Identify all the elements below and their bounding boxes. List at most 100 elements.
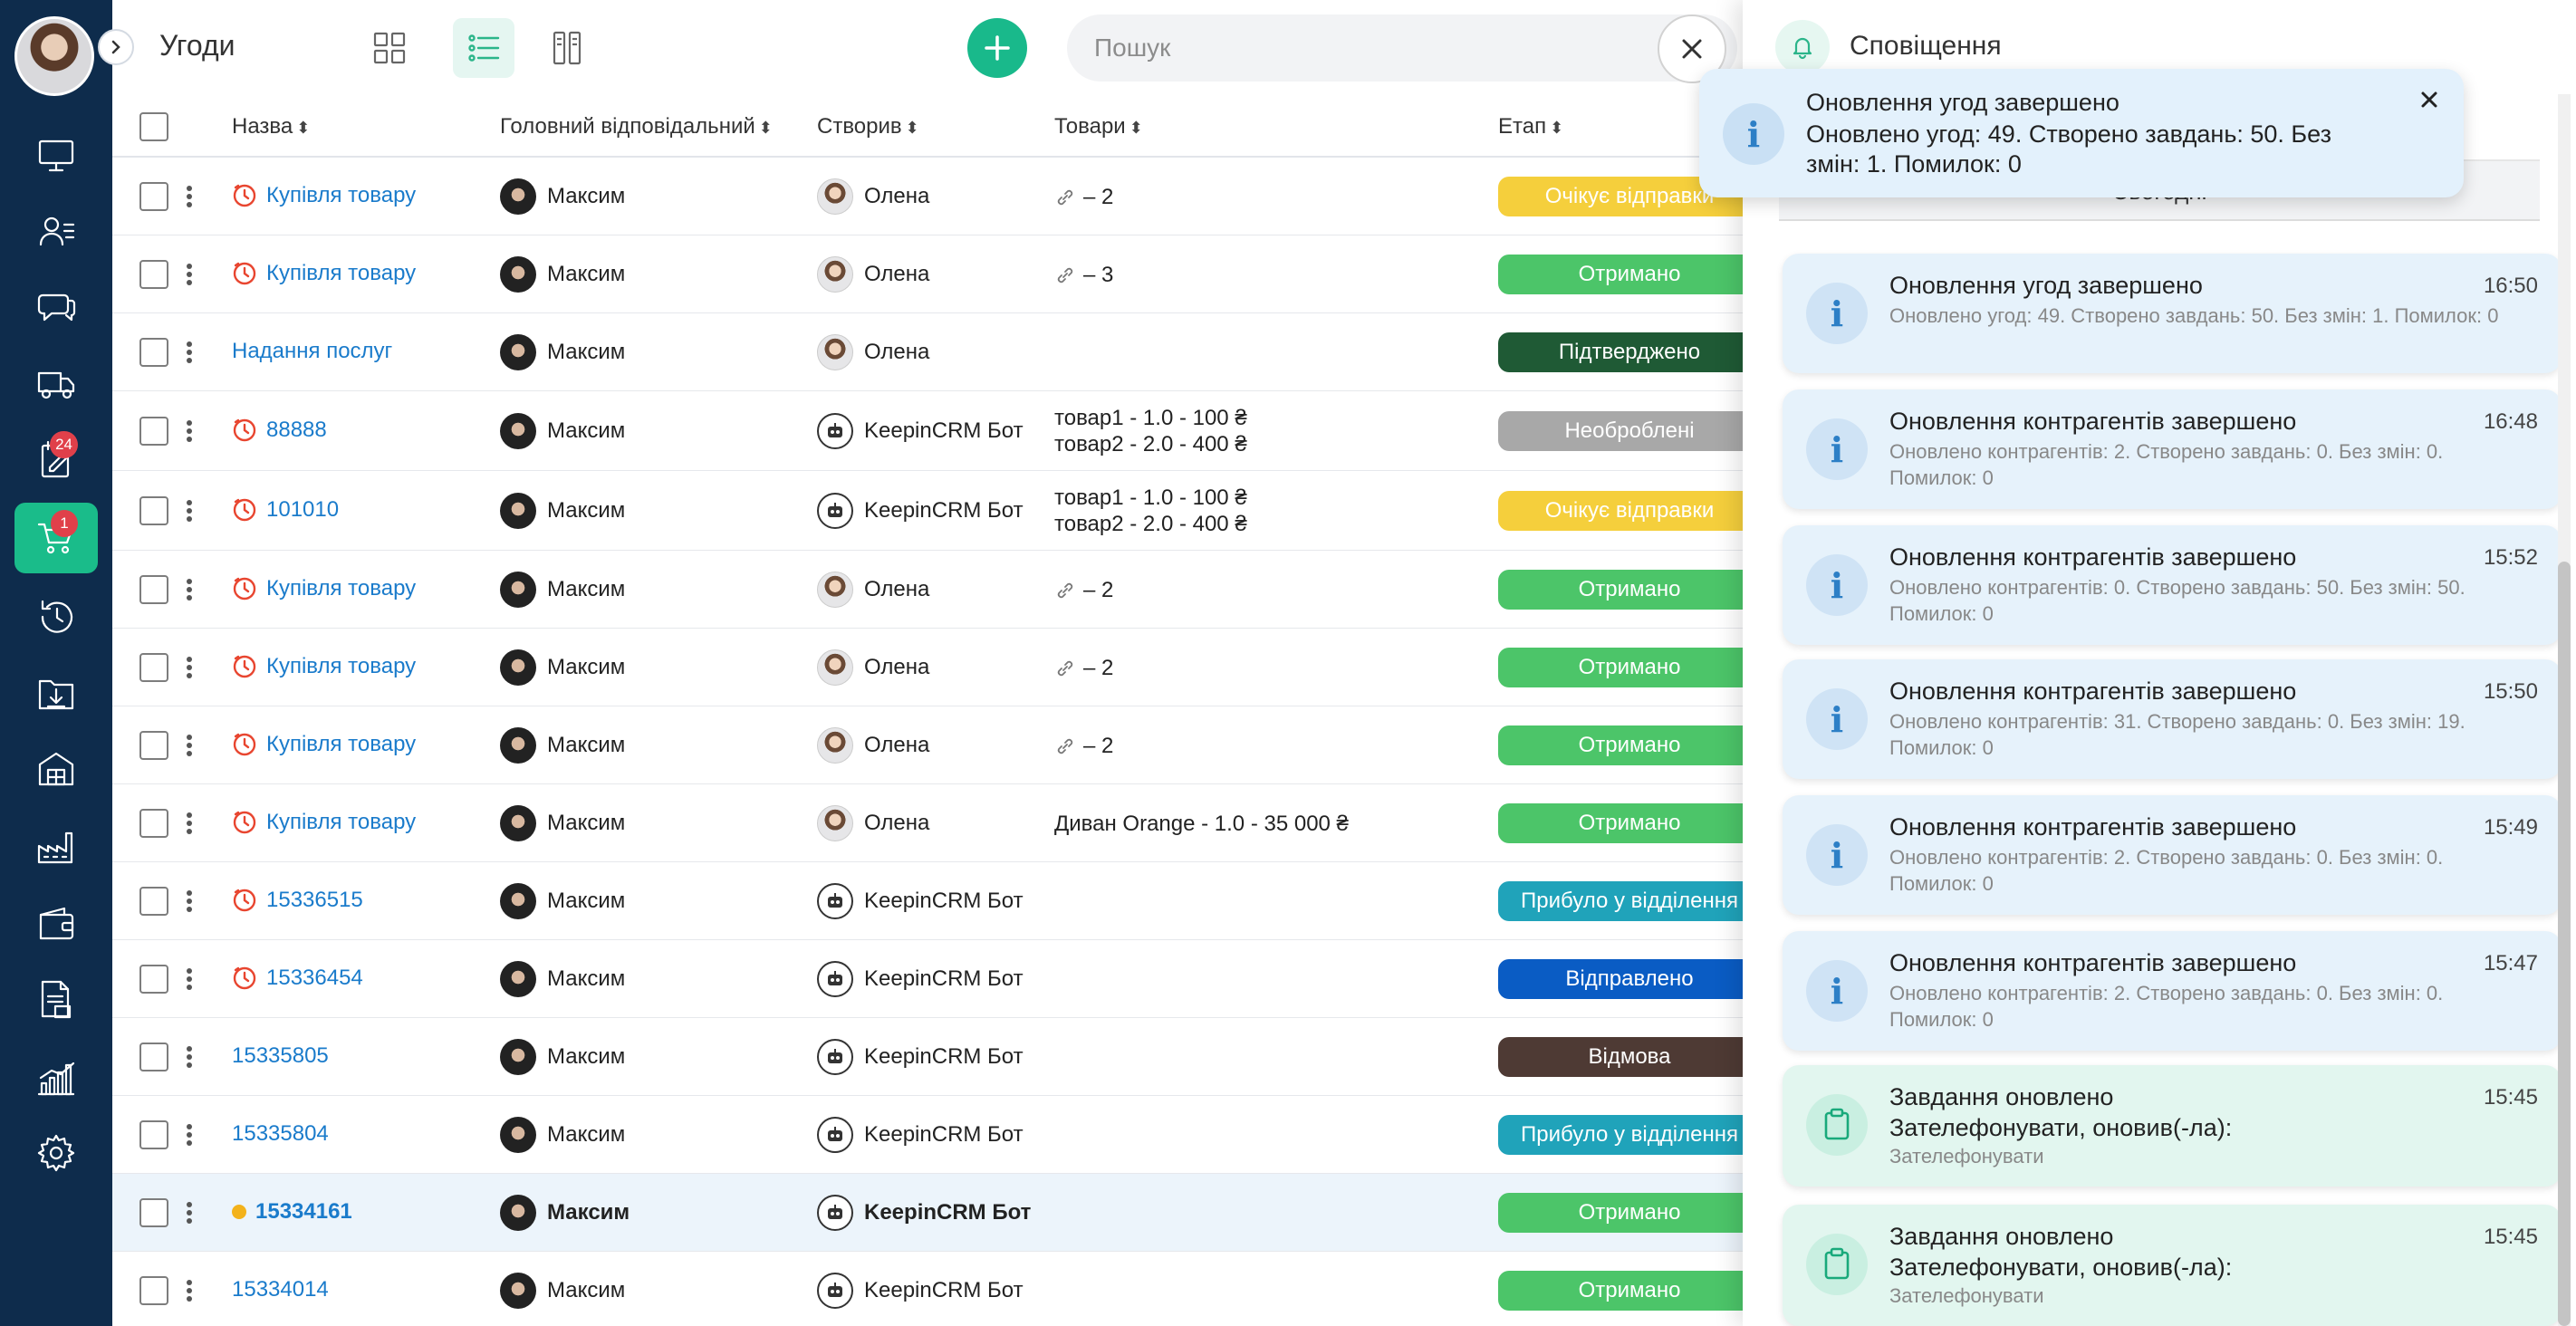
deal-name-link[interactable]: Купівля товару — [232, 732, 416, 757]
deal-name-link[interactable]: Купівля товару — [232, 654, 416, 679]
row-checkbox[interactable] — [139, 575, 168, 604]
table-row[interactable]: 15335804 Максим KeepinCRM Бот Прибуло у від… — [112, 1096, 1761, 1174]
deal-name-link[interactable]: 15334161 — [232, 1199, 352, 1225]
stage-badge[interactable]: Отримано — [1498, 1193, 1761, 1233]
stage-badge[interactable]: Відправлено — [1498, 959, 1761, 999]
row-menu-icon[interactable] — [187, 418, 196, 445]
sidebar-item-chat[interactable] — [14, 272, 98, 342]
sidebar-item-truck[interactable] — [14, 348, 98, 418]
table-row[interactable]: 15335805 Максим KeepinCRM Бот Відмова — [112, 1018, 1761, 1096]
user-avatar[interactable] — [14, 16, 94, 96]
goods-link[interactable]: – 2 — [1054, 577, 1113, 603]
deal-name-link[interactable]: Купівля товару — [232, 576, 416, 601]
row-menu-icon[interactable] — [187, 183, 196, 210]
column-header-goods[interactable]: Товари ⬍ — [1054, 114, 1143, 139]
row-menu-icon[interactable] — [187, 1121, 196, 1148]
add-deal-button[interactable] — [967, 18, 1027, 78]
notification-card[interactable]: i Оновлення контрагентів завершено 15:49 Он… — [1783, 795, 2562, 915]
grid-view-button[interactable] — [359, 18, 420, 78]
row-menu-icon[interactable] — [187, 576, 196, 603]
kanban-view-button[interactable] — [536, 18, 598, 78]
stage-badge[interactable]: Отримано — [1498, 803, 1761, 843]
row-menu-icon[interactable] — [187, 339, 196, 366]
row-checkbox[interactable] — [139, 260, 168, 289]
stage-badge[interactable]: Отримано — [1498, 648, 1761, 687]
list-view-button[interactable] — [453, 18, 514, 78]
row-menu-icon[interactable] — [187, 497, 196, 524]
sidebar-item-wallet[interactable] — [14, 888, 98, 958]
stage-badge[interactable]: Отримано — [1498, 570, 1761, 610]
row-checkbox[interactable] — [139, 338, 168, 367]
deal-name-link[interactable]: 15335805 — [232, 1043, 329, 1069]
table-row[interactable]: 88888 Максим KeepinCRM Бот товар1 - 1.0 - 1… — [112, 391, 1761, 471]
row-checkbox[interactable] — [139, 496, 168, 525]
sidebar-item-gear[interactable] — [14, 1118, 98, 1188]
row-checkbox[interactable] — [139, 731, 168, 760]
table-row[interactable]: Надання послуг Максим Олена Підтверджено — [112, 313, 1761, 391]
row-menu-icon[interactable] — [187, 732, 196, 759]
table-row[interactable]: Купівля товару Максим Олена – 2 Отримано — [112, 551, 1761, 629]
goods-link[interactable]: – 3 — [1054, 262, 1113, 288]
goods-link[interactable]: – 2 — [1054, 655, 1113, 681]
sidebar-item-notepad[interactable]: 24 — [14, 424, 98, 495]
column-header-creator[interactable]: Створив ⬍ — [817, 114, 919, 139]
row-menu-icon[interactable] — [187, 1199, 196, 1226]
scrollbar-thumb[interactable] — [2558, 562, 2571, 1326]
sidebar-item-monitor[interactable] — [14, 120, 98, 190]
table-row[interactable]: Купівля товару Максим Олена – 2 Отримано — [112, 629, 1761, 706]
stage-badge[interactable]: Отримано — [1498, 255, 1761, 294]
goods-link[interactable]: – 2 — [1054, 733, 1113, 759]
stage-badge[interactable]: Прибуло у відділення — [1498, 881, 1761, 921]
row-checkbox[interactable] — [139, 1276, 168, 1305]
row-checkbox[interactable] — [139, 653, 168, 682]
sidebar-item-document[interactable] — [14, 964, 98, 1034]
deal-name-link[interactable]: Купівля товару — [232, 183, 416, 208]
sidebar-item-history[interactable] — [14, 581, 98, 652]
row-menu-icon[interactable] — [187, 261, 196, 288]
row-checkbox[interactable] — [139, 417, 168, 446]
row-checkbox[interactable] — [139, 965, 168, 994]
notification-card[interactable]: i Оновлення контрагентів завершено 16:48 Он… — [1783, 389, 2562, 509]
notification-card[interactable]: Завдання оновлено 15:45 Зателефонувати, он… — [1783, 1205, 2562, 1326]
row-checkbox[interactable] — [139, 1198, 168, 1227]
row-checkbox[interactable] — [139, 887, 168, 916]
deal-name-link[interactable]: 15336515 — [232, 888, 363, 913]
stage-badge[interactable]: Необроблені — [1498, 411, 1761, 451]
table-row[interactable]: 15336454 Максим KeepinCRM Бот Відправлено — [112, 940, 1761, 1018]
stage-badge[interactable]: Отримано — [1498, 1271, 1761, 1311]
column-header-stage[interactable]: Етап ⬍ — [1498, 114, 1563, 139]
sidebar-toggle-button[interactable] — [98, 29, 134, 65]
table-row[interactable]: 101010 Максим KeepinCRM Бот товар1 - 1.0 - … — [112, 471, 1761, 551]
table-row[interactable]: 15334161 Максим KeepinCRM Бот Отримано — [112, 1174, 1761, 1252]
stage-badge[interactable]: Отримано — [1498, 725, 1761, 765]
notification-card[interactable]: Завдання оновлено 15:45 Зателефонувати, он… — [1783, 1065, 2562, 1187]
notification-card[interactable]: i Оновлення контрагентів завершено 15:52 Он… — [1783, 525, 2562, 645]
stage-badge[interactable]: Відмова — [1498, 1037, 1761, 1077]
sidebar-item-factory[interactable] — [14, 812, 98, 882]
deal-name-link[interactable]: Надання послуг — [232, 339, 392, 364]
column-header-responsible[interactable]: Головний відповідальний ⬍ — [500, 114, 773, 139]
table-row[interactable]: Купівля товару Максим Олена – 2 Очікує відпр… — [112, 158, 1761, 235]
row-menu-icon[interactable] — [187, 1277, 196, 1304]
row-checkbox[interactable] — [139, 1120, 168, 1149]
notification-card[interactable]: i Оновлення угод завершено 16:50 Оновлено у… — [1783, 254, 2562, 373]
deal-name-link[interactable]: 15334014 — [232, 1277, 329, 1302]
row-menu-icon[interactable] — [187, 1043, 196, 1071]
row-menu-icon[interactable] — [187, 810, 196, 837]
sidebar-item-warehouse[interactable] — [14, 734, 98, 804]
sidebar-item-contacts[interactable] — [14, 196, 98, 266]
select-all-checkbox[interactable] — [139, 112, 168, 141]
search-input[interactable] — [1067, 14, 1737, 82]
row-checkbox[interactable] — [139, 809, 168, 838]
table-row[interactable]: Купівля товару Максим Олена – 2 Отримано — [112, 706, 1761, 784]
row-menu-icon[interactable] — [187, 888, 196, 915]
table-row[interactable]: Купівля товару Максим Олена – 3 Отримано — [112, 235, 1761, 313]
deal-name-link[interactable]: Купівля товару — [232, 810, 416, 835]
deal-name-link[interactable]: 88888 — [232, 418, 327, 443]
sidebar-item-folder-download[interactable] — [14, 658, 98, 728]
column-header-name[interactable]: Назва ⬍ — [232, 114, 310, 139]
row-menu-icon[interactable] — [187, 966, 196, 993]
goods-link[interactable]: – 2 — [1054, 184, 1113, 210]
table-row[interactable]: 15336515 Максим KeepinCRM Бот Прибуло у від… — [112, 862, 1761, 940]
row-menu-icon[interactable] — [187, 654, 196, 681]
